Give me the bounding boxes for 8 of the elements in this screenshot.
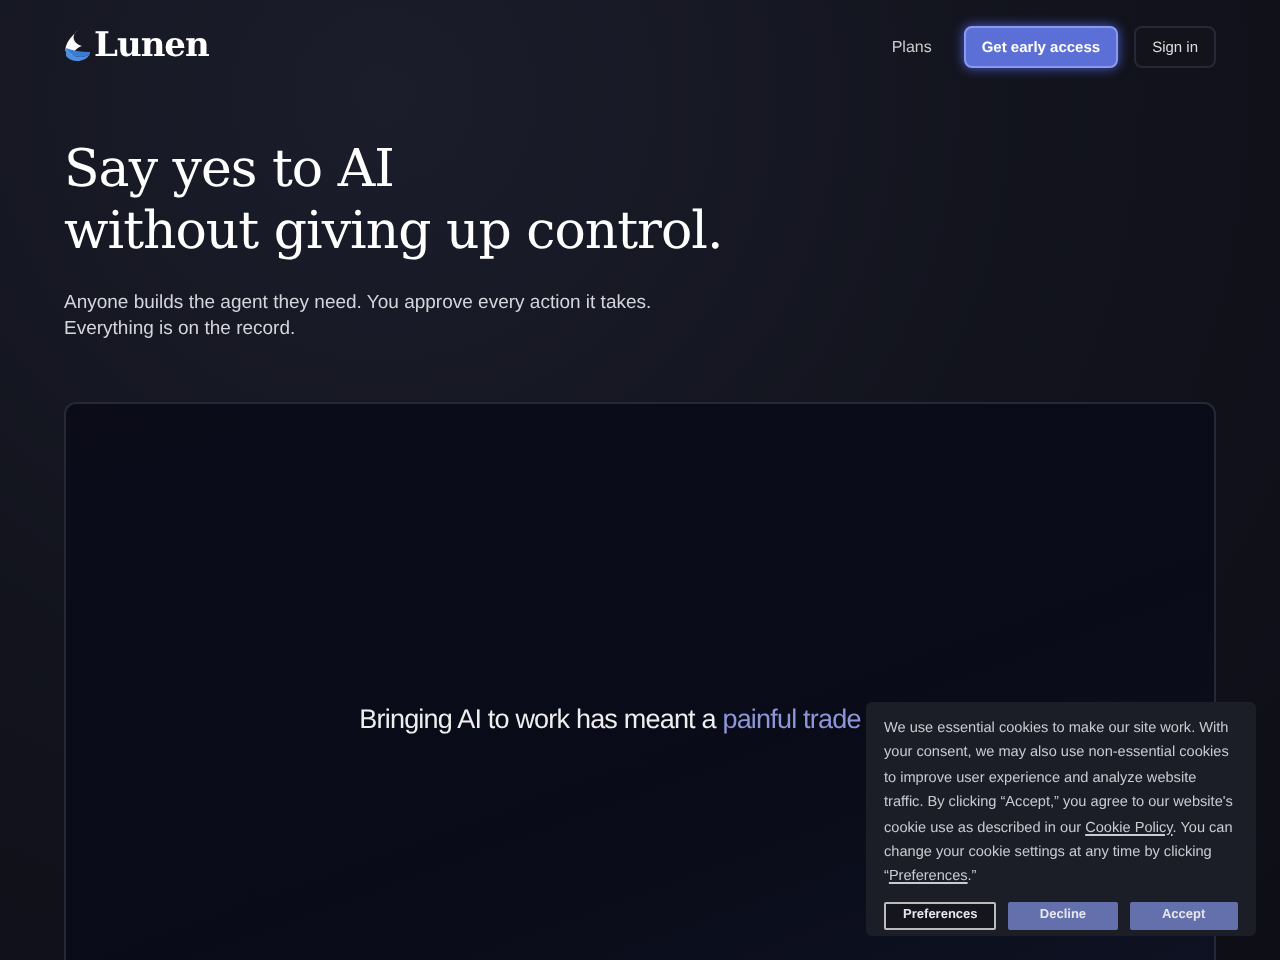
logo-text[interactable]: Lunen	[94, 26, 209, 66]
hero-subtitle: Anyone builds the agent they need. You approve every action it takes.	[64, 290, 652, 316]
panel-heading: Bringing AI to work has meant a painful trade	[359, 704, 861, 734]
logo-icon	[64, 30, 92, 62]
hero-subtitle: Everything is on the record.	[64, 316, 296, 342]
hero-title: Say yes to AI	[64, 140, 394, 202]
hero-title: without giving up control.	[64, 202, 723, 264]
nav-link[interactable]: Plans	[891, 37, 932, 55]
